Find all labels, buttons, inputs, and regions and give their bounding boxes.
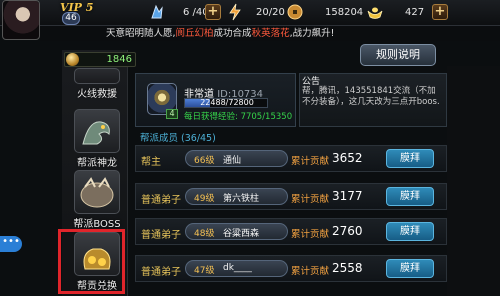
dragon-icon [74, 109, 120, 153]
marquee-item: 秋英落花 [251, 28, 290, 39]
guild-points-value: 1846 [106, 54, 132, 65]
contribution-value: 2760 [332, 224, 363, 238]
member-name: dk____ [223, 263, 252, 273]
contribution-value: 3652 [332, 151, 363, 165]
daily-exp-gain: 每日获得经验: 7705/15350 [184, 112, 293, 122]
contribution-value: 2558 [332, 261, 363, 275]
menu-guild-dragon[interactable]: 帮派神龙 [66, 109, 128, 169]
member-name-pill[interactable]: 47级 dk____ [185, 260, 288, 277]
member-rank: 普通弟子 [141, 195, 181, 206]
boss-icon [74, 170, 120, 214]
member-rank: 帮主 [141, 157, 161, 168]
coin-icon [287, 4, 303, 20]
menu-label: 帮派神龙 [77, 158, 117, 169]
contribution-label: 累计贡献 [291, 194, 330, 205]
members-header: 帮派成员 (36/45) [140, 133, 216, 144]
contribution-label: 累计贡献 [291, 156, 330, 167]
guild-points-icon [66, 53, 79, 66]
member-name-pill[interactable]: 48级 谷粱西森 [185, 223, 288, 240]
player-level: 46 [62, 12, 80, 25]
member-level: 48级 [194, 229, 215, 239]
add-stamina-button[interactable]: + [205, 4, 221, 20]
guild-points-bar: 1846 [64, 52, 136, 67]
worship-button[interactable]: 膜拜 [386, 259, 434, 278]
member-level: 66级 [194, 156, 215, 166]
worship-button[interactable]: 膜拜 [386, 149, 434, 168]
top-resource-bar: VIP 5 46 6 /40 + 20/20 158204 427 + [0, 0, 500, 26]
marquee-middle: 成功合成 [213, 28, 252, 39]
menu-label: 火线救援 [77, 89, 117, 100]
worship-button[interactable]: 膜拜 [386, 187, 434, 206]
ingot-icon [367, 7, 383, 19]
member-row: 普通弟子 48级 谷粱西森 累计贡献 2760 膜拜 [135, 218, 447, 245]
menu-label: 帮派BOSS [73, 219, 121, 230]
member-level: 47级 [194, 266, 215, 276]
chat-button[interactable]: ••• [0, 236, 22, 252]
ingot-value: 427 [405, 7, 425, 18]
member-name: 谷粱西森 [223, 229, 260, 239]
member-row: 普通弟子 47级 dk____ 累计贡献 2558 膜拜 [135, 255, 447, 282]
marquee-player-name: 阆丘幻柏 [175, 28, 214, 39]
contribution-value: 3177 [332, 189, 363, 203]
guild-exp-text: 22488/72800 [200, 98, 254, 107]
member-rank: 普通弟子 [141, 230, 181, 241]
right-background [447, 66, 500, 296]
stamina-icon [151, 4, 163, 19]
contribution-label: 累计贡献 [291, 266, 330, 277]
marquee-prefix: 天意昭明随人愿, [106, 28, 176, 39]
rules-button[interactable]: 规则说明 [360, 44, 436, 66]
guild-exp-bar: 22488/72800 [184, 98, 268, 108]
broadcast-marquee: 天意昭明随人愿,阆丘幻柏成功合成秋英落花,战力飙升! [40, 26, 500, 41]
menu-guild-boss[interactable]: 帮派BOSS [66, 170, 128, 230]
coin-value: 158204 [325, 7, 364, 18]
member-level: 49级 [194, 194, 215, 204]
energy-icon [229, 3, 241, 21]
fire-rescue-icon [74, 68, 120, 84]
contribution-label: 累计贡献 [291, 229, 330, 240]
energy-value: 20/20 [256, 7, 285, 18]
guild-emblem-level: 4 [166, 109, 178, 119]
add-ingot-button[interactable]: + [432, 4, 448, 20]
marquee-suffix: ,战力飙升! [289, 28, 335, 39]
worship-button[interactable]: 膜拜 [386, 222, 434, 241]
menu-fire-rescue[interactable]: 火线救援 [66, 68, 128, 100]
selected-menu-highlight [58, 229, 125, 294]
notice-text: 帮，腾讯，143551841交流（不加不分装备），这几天改为三点开boos. [302, 86, 440, 107]
member-rank: 普通弟子 [141, 267, 181, 278]
player-avatar[interactable] [2, 0, 40, 40]
member-name-pill[interactable]: 49级 第六铁柱 [185, 188, 288, 205]
member-row: 帮主 66级 通仙 累计贡献 3652 膜拜 [135, 145, 447, 172]
member-row: 普通弟子 49级 第六铁柱 累计贡献 3177 膜拜 [135, 183, 447, 210]
member-name-pill[interactable]: 66级 通仙 [185, 150, 288, 167]
member-name: 通仙 [223, 156, 242, 166]
member-name: 第六铁柱 [223, 194, 260, 204]
